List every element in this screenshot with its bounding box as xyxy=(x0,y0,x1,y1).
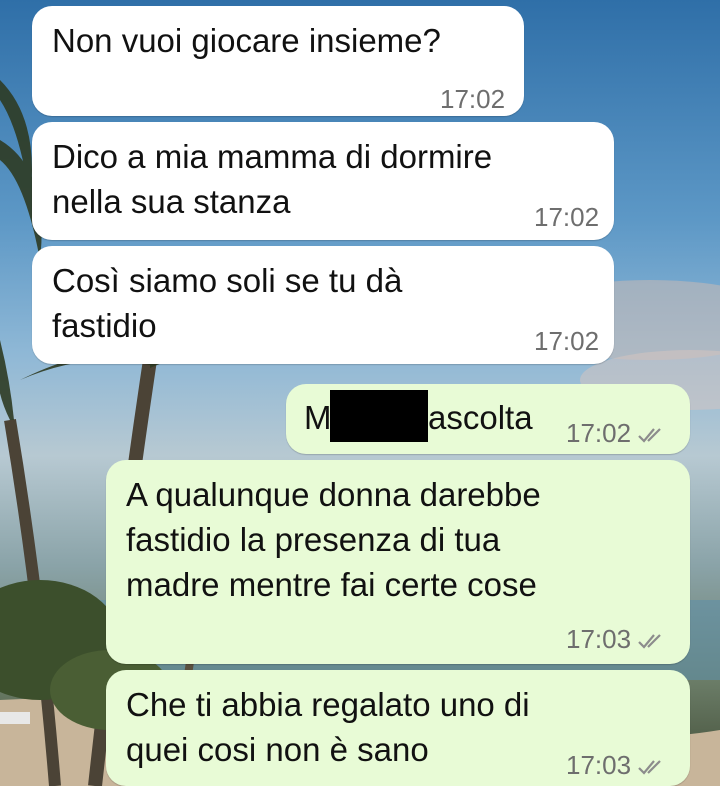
message-time: 17:03 xyxy=(566,750,632,780)
redaction-block xyxy=(330,390,428,442)
message-bubble-incoming[interactable]: Così siamo soli se tu dà fastidio 17:02 xyxy=(32,246,614,364)
message-time: 17:03 xyxy=(566,624,632,654)
message-text: A qualunque donna darebbe fastidio la pr… xyxy=(126,476,541,603)
message-text: Così siamo soli se tu dà fastidio xyxy=(52,262,403,344)
double-check-icon xyxy=(638,634,661,649)
message-timestamp: 17:03 xyxy=(566,750,667,780)
message-time: 17:02 xyxy=(566,418,632,448)
message-bubble-outgoing[interactable]: A qualunque donna darebbe fastidio la pr… xyxy=(106,460,690,664)
message-text-start: M xyxy=(304,399,332,436)
double-check-icon xyxy=(638,760,661,775)
message-bubble-incoming[interactable]: Dico a mia mamma di dormire nella sua st… xyxy=(32,122,614,240)
double-check-icon xyxy=(638,428,661,443)
message-timestamp: 17:02 xyxy=(566,418,667,448)
message-bubble-incoming[interactable]: Non vuoi giocare insieme? 17:02 xyxy=(32,6,524,116)
message-bubble-outgoing[interactable]: M ascolta 17:02 xyxy=(286,384,690,454)
message-bubble-outgoing[interactable]: Che ti abbia regalato uno di quei cosi n… xyxy=(106,670,690,786)
message-text: Che ti abbia regalato uno di quei cosi n… xyxy=(126,686,530,768)
message-timestamp: 17:02 xyxy=(534,326,600,356)
message-timestamp: 17:02 xyxy=(534,202,600,232)
message-timestamp: 17:03 xyxy=(566,624,667,654)
message-text: Non vuoi giocare insieme? xyxy=(52,22,441,59)
message-timestamp: 17:02 xyxy=(440,84,506,114)
message-text: Dico a mia mamma di dormire nella sua st… xyxy=(52,138,493,220)
message-text-end: ascolta xyxy=(428,399,533,436)
